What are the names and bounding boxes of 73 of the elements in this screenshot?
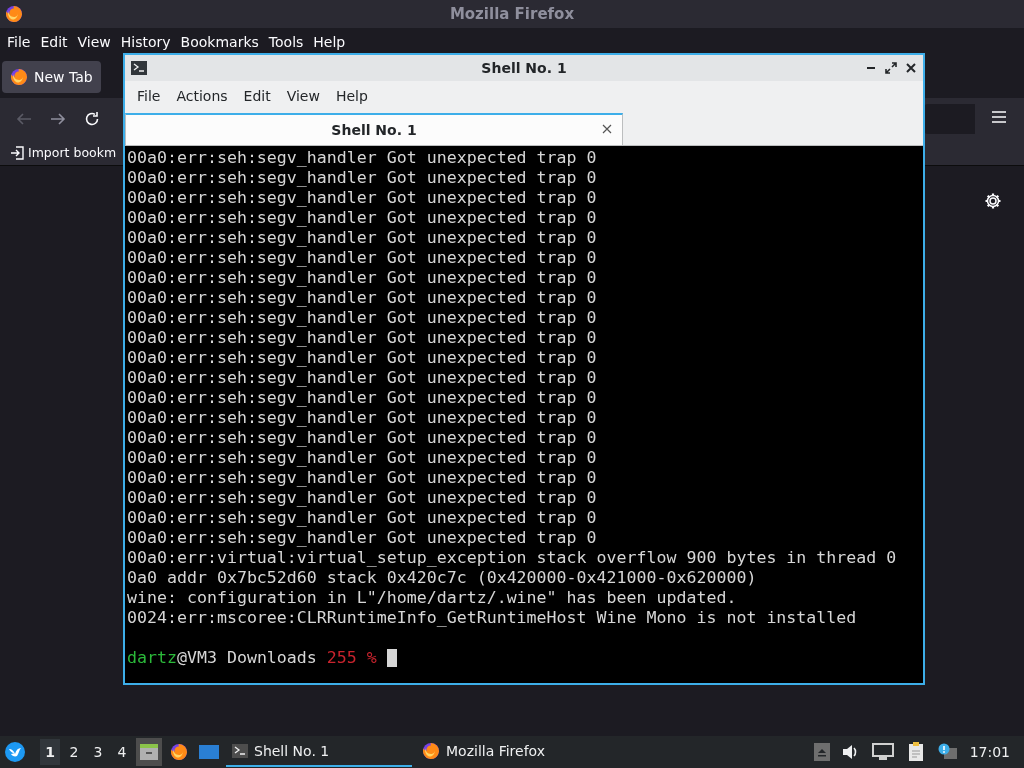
- output-line: 00a0:err:seh:segv_handler Got unexpected trap 0: [127, 428, 597, 448]
- output-line: 00a0:err:seh:segv_handler Got unexpected trap 0: [127, 248, 597, 268]
- output-line: 00a0:err:seh:segv_handler Got unexpected trap 0: [127, 508, 597, 528]
- output-line: 00a0:err:seh:segv_handler Got unexpected trap 0: [127, 488, 597, 508]
- output-line: 00a0:err:seh:segv_handler Got unexpected trap 0: [127, 528, 597, 548]
- menu-item[interactable]: Help: [327, 88, 376, 104]
- reload-icon[interactable]: [84, 111, 100, 127]
- menu-item[interactable]: File: [2, 33, 36, 50]
- output-line: wine: configuration in L"/home/dartz/.wine" has been updated.: [127, 588, 737, 608]
- output-line: 00a0:err:seh:segv_handler Got unexpected trap 0: [127, 308, 597, 328]
- menu-item[interactable]: Bookmarks: [175, 33, 264, 50]
- workspace-button[interactable]: 4: [112, 739, 132, 765]
- output-line: 00a0:err:seh:segv_handler Got unexpected trap 0: [127, 388, 597, 408]
- cursor: [386, 649, 397, 667]
- file-manager-launcher[interactable]: [136, 738, 162, 766]
- clock[interactable]: 17:01: [969, 744, 1010, 760]
- output-line: 00a0:err:seh:segv_handler Got unexpected trap 0: [127, 368, 597, 388]
- menu-item[interactable]: Help: [308, 33, 351, 50]
- firefox-icon: [10, 67, 28, 86]
- window-title: Shell No. 1: [480, 60, 568, 76]
- prompt-host-path: @VM3 Downloads: [176, 648, 318, 668]
- prompt-user: dartz: [127, 648, 177, 668]
- firefox-icon: [170, 743, 188, 761]
- firefox-icon: [422, 742, 440, 760]
- firefox-logo-icon: [5, 5, 23, 23]
- workspace-button[interactable]: 2: [64, 739, 84, 765]
- output-line: 0a0 addr 0x7bc52d60 stack 0x420c7c (0x420000-0x421000-0x620000): [127, 568, 757, 588]
- output-line: 0024:err:mscoree:CLRRuntimeInfo_GetRuntimeHost Wine Mono is not installed: [127, 608, 857, 628]
- close-icon[interactable]: [602, 124, 612, 134]
- menu-item[interactable]: Tools: [263, 33, 309, 50]
- menu-item[interactable]: View: [278, 88, 328, 104]
- window-title: Mozilla Firefox: [448, 5, 576, 23]
- prompt-status: 255 %: [326, 648, 377, 668]
- terminal-tab[interactable]: Shell No. 1: [125, 113, 623, 145]
- menu-item[interactable]: History: [115, 33, 176, 50]
- menu-item[interactable]: File: [129, 88, 169, 104]
- address-field[interactable]: [924, 104, 975, 134]
- output-line: 00a0:err:seh:segv_handler Got unexpected trap 0: [127, 268, 597, 288]
- import-icon: [10, 145, 24, 160]
- output-line: 00a0:err:seh:segv_handler Got unexpected trap 0: [127, 348, 597, 368]
- close-icon[interactable]: [905, 62, 917, 74]
- terminal-icon: [232, 744, 248, 758]
- output-line: 00a0:err:seh:segv_handler Got unexpected trap 0: [127, 448, 597, 468]
- output-line: 00a0:err:seh:segv_handler Got unexpected trap 0: [127, 168, 597, 188]
- taskbar-task[interactable]: Shell No. 1: [226, 737, 412, 767]
- menu-item[interactable]: Edit: [35, 33, 73, 50]
- maximize-icon[interactable]: [885, 62, 897, 74]
- output-line: 00a0:err:seh:segv_handler Got unexpected trap 0: [127, 188, 597, 208]
- output-line: 00a0:err:seh:segv_handler Got unexpected trap 0: [127, 328, 597, 348]
- workspace-button[interactable]: 3: [88, 739, 108, 765]
- notification-icon[interactable]: [937, 743, 958, 761]
- browser-tab[interactable]: New Tab: [2, 60, 101, 93]
- output-line: 00a0:err:seh:segv_handler Got unexpected trap 0: [127, 148, 597, 168]
- forward-icon[interactable]: [50, 111, 66, 127]
- output-line: 00a0:err:virtual:virtual_setup_exception stack overflow 900 bytes in thread 0: [127, 548, 897, 568]
- workspace-button[interactable]: 1: [40, 739, 60, 765]
- bookmark-link[interactable]: Import bookm: [28, 145, 117, 160]
- output-line: 00a0:err:seh:segv_handler Got unexpected trap 0: [127, 408, 597, 428]
- expand-tray-icon[interactable]: [813, 743, 830, 761]
- window-icon: [199, 744, 219, 760]
- output-line: 00a0:err:seh:segv_handler Got unexpected trap 0: [127, 468, 597, 488]
- output-line: 00a0:err:seh:segv_handler Got unexpected trap 0: [127, 228, 597, 248]
- taskbar-task[interactable]: Mozilla Firefox: [416, 737, 602, 767]
- terminal-icon: [131, 61, 147, 75]
- menu-icon[interactable]: [992, 111, 1006, 123]
- output-line: 00a0:err:seh:segv_handler Got unexpected trap 0: [127, 288, 597, 308]
- start-menu-icon[interactable]: [4, 741, 26, 763]
- menu-item[interactable]: Edit: [235, 88, 279, 104]
- menu-item[interactable]: Actions: [168, 88, 236, 104]
- file-cabinet-icon: [139, 743, 159, 761]
- menu-item[interactable]: View: [72, 33, 116, 50]
- settings-icon[interactable]: [984, 192, 1002, 210]
- output-line: 00a0:err:seh:segv_handler Got unexpected trap 0: [127, 208, 597, 228]
